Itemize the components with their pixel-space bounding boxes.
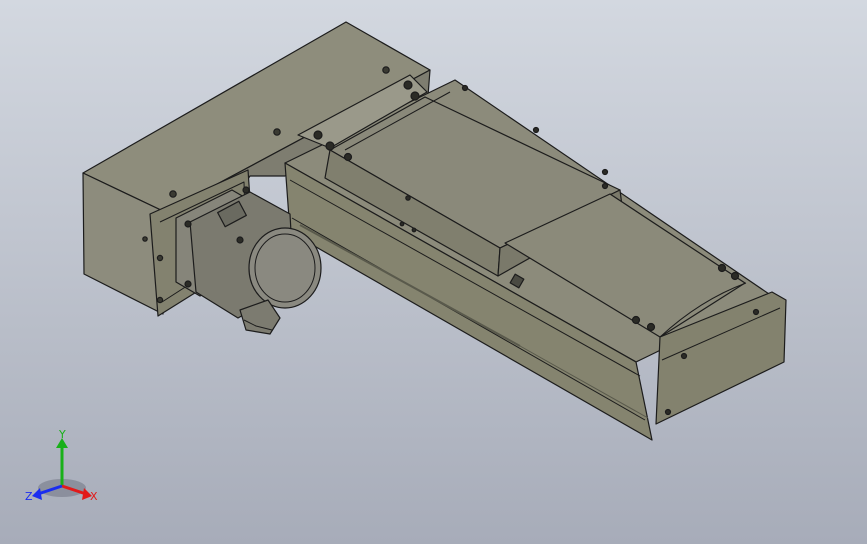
carriage-screw xyxy=(461,84,469,92)
endcap-screw xyxy=(646,322,656,332)
screw-hole xyxy=(382,66,390,74)
3d-viewport[interactable]: Y X Z xyxy=(0,0,867,544)
y-axis-label: Y xyxy=(58,428,66,441)
endcap-screw xyxy=(664,408,672,416)
carriage-screw xyxy=(410,91,420,101)
x-axis-label: X xyxy=(90,490,98,503)
carriage-screw xyxy=(532,126,540,134)
carriage-screw xyxy=(405,195,411,201)
endcap-screw xyxy=(631,315,641,325)
motor-screw xyxy=(242,186,250,194)
motor-screw xyxy=(184,280,192,288)
carriage-screw xyxy=(343,152,353,162)
endcap-screw xyxy=(717,263,727,273)
carriage-screw xyxy=(399,221,405,227)
motor-screw xyxy=(184,220,192,228)
carriage-screw xyxy=(411,227,417,233)
cad-model[interactable] xyxy=(0,0,867,544)
orientation-triad: Y X Z xyxy=(25,428,98,503)
z-axis-label: Z xyxy=(25,490,33,503)
carriage-screw xyxy=(601,168,609,176)
endcap-screw xyxy=(730,271,740,281)
endcap-screw xyxy=(680,352,688,360)
carriage-screw xyxy=(403,80,413,90)
carriage-screw xyxy=(601,182,609,190)
screw-hole xyxy=(142,236,148,242)
carriage-screw xyxy=(325,141,335,151)
screw-hole xyxy=(273,128,281,136)
endcap-screw xyxy=(752,308,760,316)
screw-hole xyxy=(169,190,177,198)
screw-hole xyxy=(156,254,164,262)
motor-screw xyxy=(236,236,244,244)
encoder-cap xyxy=(248,227,322,309)
screw-hole xyxy=(156,296,164,304)
carriage-screw xyxy=(313,130,323,140)
